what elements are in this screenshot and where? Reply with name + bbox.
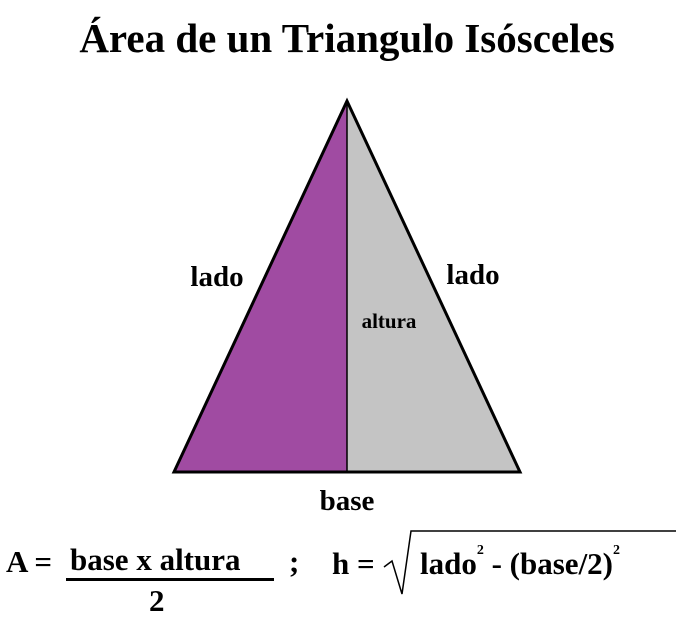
area-formula-numerator: base x altura bbox=[70, 542, 241, 577]
radicand-term-lado: lado bbox=[420, 546, 477, 581]
right-side-label: lado bbox=[446, 259, 499, 291]
radicand-term-half-base: - (base/2) bbox=[491, 546, 614, 581]
area-formula-denominator: 2 bbox=[149, 583, 165, 618]
exponent-half-base: 2 bbox=[613, 543, 621, 558]
base-label: base bbox=[320, 485, 375, 517]
exponent-lado: 2 bbox=[476, 543, 484, 558]
formula-separator: ; bbox=[289, 544, 300, 579]
left-side-label: lado bbox=[190, 261, 243, 293]
isosceles-triangle-diagram: lado lado altura base bbox=[171, 97, 676, 595]
height-formula-lhs: h = bbox=[332, 546, 375, 581]
area-formula-lhs: A = bbox=[6, 544, 53, 579]
height-formula-radicand: lado2 - (base/2)2 bbox=[420, 544, 620, 581]
height-label: altura bbox=[362, 309, 417, 333]
fraction-bar bbox=[66, 578, 274, 581]
